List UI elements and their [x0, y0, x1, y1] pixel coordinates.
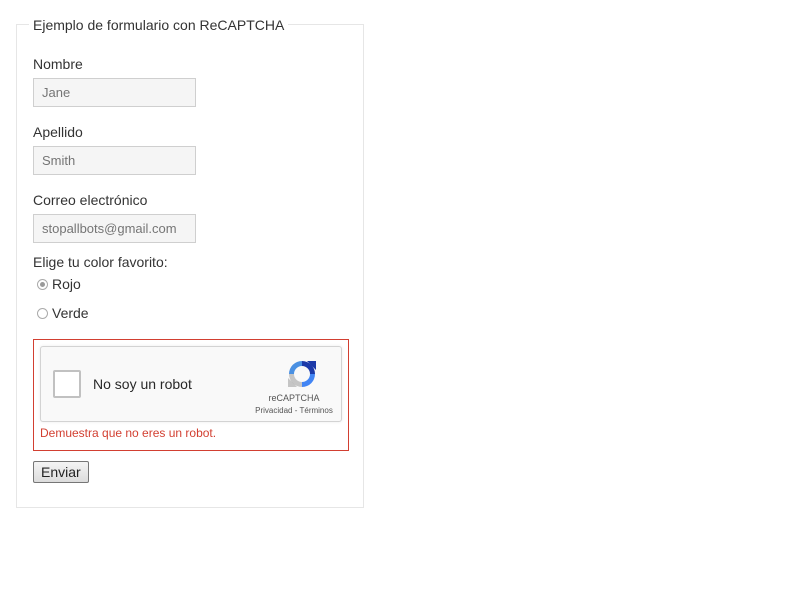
radio-option-rojo[interactable]: Rojo: [37, 275, 81, 293]
recaptcha-links: Privacidad - Términos: [241, 406, 347, 416]
radio-option-verde[interactable]: Verde: [37, 304, 89, 322]
radio-label-verde: Verde: [52, 305, 89, 321]
first-name-input[interactable]: [33, 78, 196, 107]
recaptcha-widget: No soy un robot reCAPTCHA Privacidad - T…: [40, 346, 342, 422]
recaptcha-terms-link[interactable]: Términos: [299, 406, 332, 415]
form-fieldset: Ejemplo de formulario con ReCAPTCHA Nomb…: [16, 17, 364, 508]
email-label: Correo electrónico: [33, 192, 148, 208]
recaptcha-error-message: Demuestra que no eres un robot.: [40, 426, 217, 440]
radio-button-rojo[interactable]: [37, 278, 48, 290]
first-name-label: Nombre: [33, 56, 83, 72]
email-input[interactable]: [33, 214, 196, 243]
color-question-label: Elige tu color favorito:: [33, 254, 168, 270]
radio-label-rojo: Rojo: [52, 276, 81, 292]
recaptcha-brand-text: reCAPTCHA: [268, 393, 320, 403]
radio-button-verde[interactable]: [37, 307, 48, 319]
last-name-input[interactable]: [33, 146, 196, 175]
recaptcha-logo-icon: [288, 361, 316, 387]
last-name-label: Apellido: [33, 124, 83, 140]
submit-button[interactable]: Enviar: [33, 461, 89, 483]
recaptcha-checkbox[interactable]: [53, 370, 81, 398]
recaptcha-error-container: No soy un robot reCAPTCHA Privacidad - T…: [33, 339, 349, 451]
form-legend: Ejemplo de formulario con ReCAPTCHA: [29, 17, 289, 33]
recaptcha-checkbox-label: No soy un robot: [93, 376, 192, 392]
recaptcha-privacy-link[interactable]: Privacidad: [255, 406, 292, 415]
